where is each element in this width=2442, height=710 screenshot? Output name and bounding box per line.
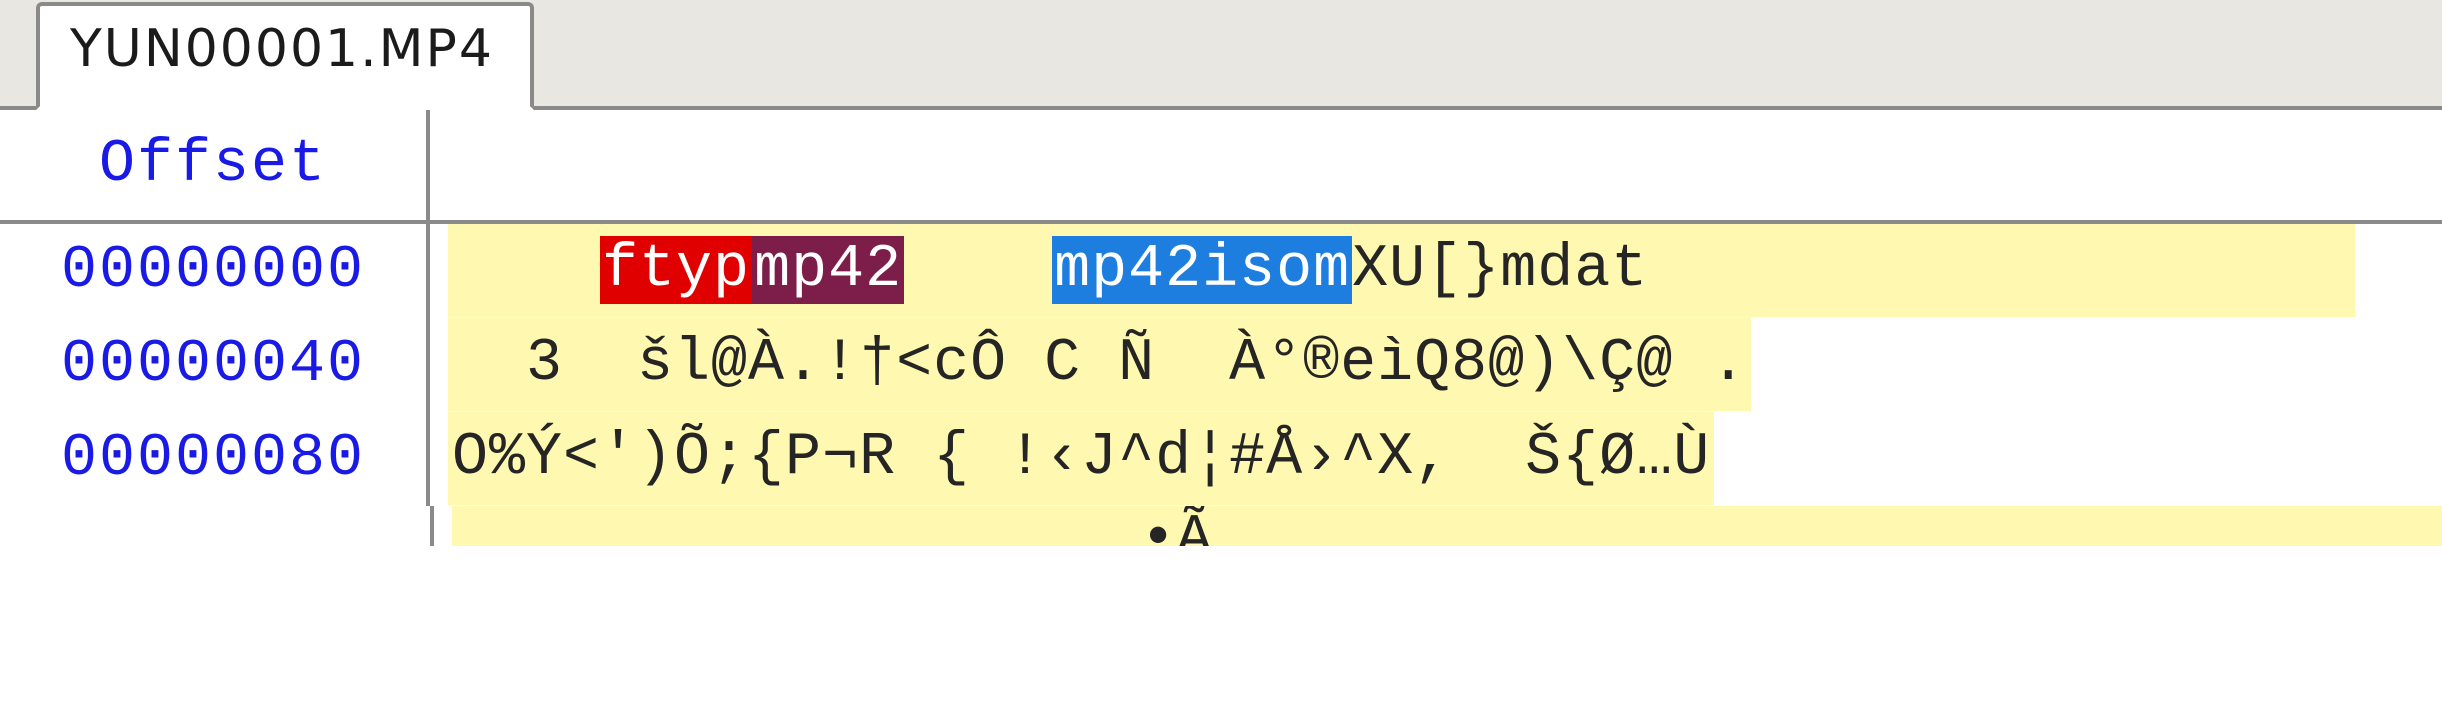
tab-strip: YUN00001.MP4 <box>0 0 2442 110</box>
atom-tag-mp42isom[interactable]: mp42isom <box>1052 236 1352 304</box>
tab-file[interactable]: YUN00001.MP4 <box>36 2 534 110</box>
atom-tag-ftyp[interactable]: ftyp <box>600 236 752 304</box>
next-row-text: •Ã <box>452 506 2442 546</box>
data-text: ftypmp42 mp42isomXU[}mdat <box>448 224 2355 317</box>
hex-rows[interactable]: 00000000 ftypmp42 mp42isomXU[}mdat 00000… <box>0 224 2442 506</box>
offset-cell: 00000040 <box>0 318 430 412</box>
offset-cell: 00000080 <box>0 412 430 506</box>
table-row[interactable]: 00000080O%Ý<')Õ;{P¬R { !‹J^d¦#Å›^X, Š{Ø…… <box>0 412 2442 506</box>
offset-column-header: Offset <box>0 110 430 220</box>
data-text: O%Ý<')Õ;{P¬R { !‹J^d¦#Å›^X, Š{Ø…Ù <box>448 412 1714 505</box>
data-column-header <box>430 110 2442 220</box>
hex-viewer-window: YUN00001.MP4 Offset 00000000 ftypmp42 mp… <box>0 0 2442 710</box>
data-cell[interactable]: 3 šl@À.!†<cÔ C Ñ À°®eìQ8@)\Ç@ . <box>430 318 2442 412</box>
table-row[interactable]: 00000040 3 šl@À.!†<cÔ C Ñ À°®eìQ8@)\Ç@ . <box>0 318 2442 412</box>
data-cell[interactable]: ftypmp42 mp42isomXU[}mdat <box>430 224 2442 318</box>
data-cell[interactable]: O%Ý<')Õ;{P¬R { !‹J^d¦#Å›^X, Š{Ø…Ù <box>430 412 2442 506</box>
table-row[interactable]: 00000000 ftypmp42 mp42isomXU[}mdat <box>0 224 2442 318</box>
next-row-peek: •Ã <box>430 506 2442 546</box>
data-text: 3 šl@À.!†<cÔ C Ñ À°®eìQ8@)\Ç@ . <box>448 318 1751 411</box>
offset-cell: 00000000 <box>0 224 430 318</box>
column-header-row: Offset <box>0 110 2442 224</box>
atom-tag-mp42[interactable]: mp42 <box>752 236 904 304</box>
